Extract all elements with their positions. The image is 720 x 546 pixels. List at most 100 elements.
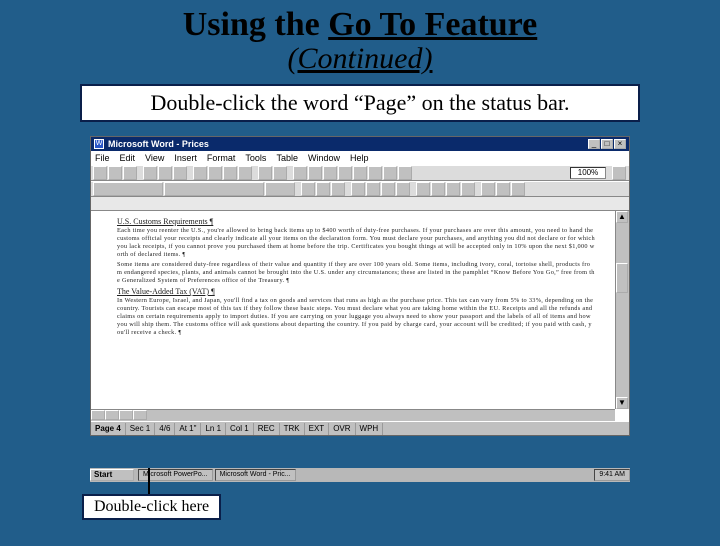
- scroll-down-icon[interactable]: ▼: [616, 397, 628, 409]
- zoom-combo[interactable]: 100%: [570, 167, 606, 179]
- menubar: File Edit View Insert Format Tools Table…: [91, 151, 629, 165]
- word-window: W Microsoft Word - Prices _ □ × File Edi…: [90, 136, 630, 436]
- callout-line: [148, 468, 150, 494]
- horizontal-scrollbar[interactable]: [91, 409, 615, 421]
- status-rec[interactable]: REC: [254, 423, 280, 435]
- status-trk[interactable]: TRK: [280, 423, 305, 435]
- instruction-box: Double-click the word “Page” on the stat…: [80, 84, 640, 122]
- heading-customs: U.S. Customs Requirements ¶: [117, 217, 595, 226]
- page-view-button[interactable]: [119, 410, 133, 420]
- menu-window[interactable]: Window: [308, 153, 340, 163]
- menu-file[interactable]: File: [95, 153, 110, 163]
- start-button[interactable]: Start: [90, 469, 134, 481]
- menu-table[interactable]: Table: [276, 153, 298, 163]
- status-pages: 4/6: [155, 423, 175, 435]
- paragraph-1: Each time you reenter the U.S., you're a…: [117, 227, 595, 259]
- maximize-button[interactable]: □: [601, 139, 613, 149]
- cut-button[interactable]: [193, 166, 207, 180]
- status-ovr[interactable]: OVR: [329, 423, 355, 435]
- titlebar-text: Microsoft Word - Prices: [108, 139, 587, 149]
- style-combo[interactable]: [93, 182, 163, 196]
- menu-format[interactable]: Format: [207, 153, 236, 163]
- redo-button[interactable]: [273, 166, 287, 180]
- highlight-button[interactable]: [496, 182, 510, 196]
- slide-title: Using the Go To Feature: [0, 6, 720, 44]
- scroll-up-icon[interactable]: ▲: [616, 211, 628, 223]
- format-painter-button[interactable]: [238, 166, 252, 180]
- undo-button[interactable]: [258, 166, 272, 180]
- standard-toolbar: 100%: [91, 165, 629, 181]
- font-combo[interactable]: [164, 182, 264, 196]
- columns-button[interactable]: [353, 166, 367, 180]
- show-pilcrow-button[interactable]: [398, 166, 412, 180]
- outline-view-button[interactable]: [133, 410, 147, 420]
- slide-title-underlined: Go To Feature: [328, 6, 537, 43]
- status-section[interactable]: Sec 1: [126, 423, 155, 435]
- status-wph[interactable]: WPH: [356, 423, 384, 435]
- menu-edit[interactable]: Edit: [120, 153, 136, 163]
- heading-vat: The Value-Added Tax (VAT) ¶: [117, 287, 595, 296]
- taskbar-item-word[interactable]: Microsoft Word - Pric...: [215, 469, 296, 481]
- new-button[interactable]: [93, 166, 107, 180]
- align-right-button[interactable]: [381, 182, 395, 196]
- normal-view-button[interactable]: [91, 410, 105, 420]
- bullets-button[interactable]: [431, 182, 445, 196]
- menu-help[interactable]: Help: [350, 153, 369, 163]
- justify-button[interactable]: [396, 182, 410, 196]
- ruler[interactable]: [91, 197, 629, 211]
- align-left-button[interactable]: [351, 182, 365, 196]
- save-button[interactable]: [123, 166, 137, 180]
- indent-button[interactable]: [461, 182, 475, 196]
- paragraph-2: Some items are considered duty-free rega…: [117, 261, 595, 285]
- paste-button[interactable]: [223, 166, 237, 180]
- drawing-button[interactable]: [368, 166, 382, 180]
- taskbar-clock: 9:41 AM: [594, 469, 630, 481]
- status-at: At 1": [175, 423, 201, 435]
- table-button[interactable]: [323, 166, 337, 180]
- align-center-button[interactable]: [366, 182, 380, 196]
- open-button[interactable]: [108, 166, 122, 180]
- menu-view[interactable]: View: [145, 153, 164, 163]
- borders-button[interactable]: [481, 182, 495, 196]
- close-button[interactable]: ×: [614, 139, 626, 149]
- menu-insert[interactable]: Insert: [174, 153, 197, 163]
- callout-box: Double-click here: [82, 494, 221, 520]
- underline-button[interactable]: [331, 182, 345, 196]
- map-button[interactable]: [383, 166, 397, 180]
- menu-tools[interactable]: Tools: [245, 153, 266, 163]
- copy-button[interactable]: [208, 166, 222, 180]
- print-button[interactable]: [143, 166, 157, 180]
- help-button[interactable]: [612, 166, 626, 180]
- slide-subtitle: (Continued): [0, 42, 720, 76]
- status-col: Col 1: [226, 423, 254, 435]
- slide-subtitle-paren: (: [288, 42, 298, 75]
- callout-text: Double-click here: [94, 498, 209, 515]
- numbering-button[interactable]: [416, 182, 430, 196]
- status-page[interactable]: Page 4: [91, 423, 126, 435]
- size-combo[interactable]: [265, 182, 295, 196]
- minimize-button[interactable]: _: [588, 139, 600, 149]
- slide-subtitle-underlined: Continued): [298, 42, 433, 75]
- font-color-button[interactable]: [511, 182, 525, 196]
- document-area[interactable]: U.S. Customs Requirements ¶ Each time yo…: [91, 211, 615, 409]
- toolbar-button[interactable]: [308, 166, 322, 180]
- app-icon: W: [94, 139, 104, 149]
- outdent-button[interactable]: [446, 182, 460, 196]
- bold-button[interactable]: [301, 182, 315, 196]
- spell-button[interactable]: [173, 166, 187, 180]
- formatting-toolbar: [91, 181, 629, 197]
- italic-button[interactable]: [316, 182, 330, 196]
- link-button[interactable]: [293, 166, 307, 180]
- instruction-text: Double-click the word “Page” on the stat…: [150, 90, 569, 115]
- scroll-thumb[interactable]: [616, 263, 628, 293]
- paragraph-3: In Western Europe, Israel, and Japan, yo…: [117, 297, 595, 337]
- titlebar[interactable]: W Microsoft Word - Prices _ □ ×: [91, 137, 629, 151]
- excel-button[interactable]: [338, 166, 352, 180]
- layout-view-button[interactable]: [105, 410, 119, 420]
- slide-title-prefix: Using the: [183, 6, 328, 43]
- vertical-scrollbar[interactable]: ▲ ▼: [615, 211, 629, 409]
- status-line: Ln 1: [201, 423, 226, 435]
- statusbar: Page 4 Sec 1 4/6 At 1" Ln 1 Col 1 REC TR…: [91, 421, 629, 435]
- status-ext[interactable]: EXT: [305, 423, 330, 435]
- preview-button[interactable]: [158, 166, 172, 180]
